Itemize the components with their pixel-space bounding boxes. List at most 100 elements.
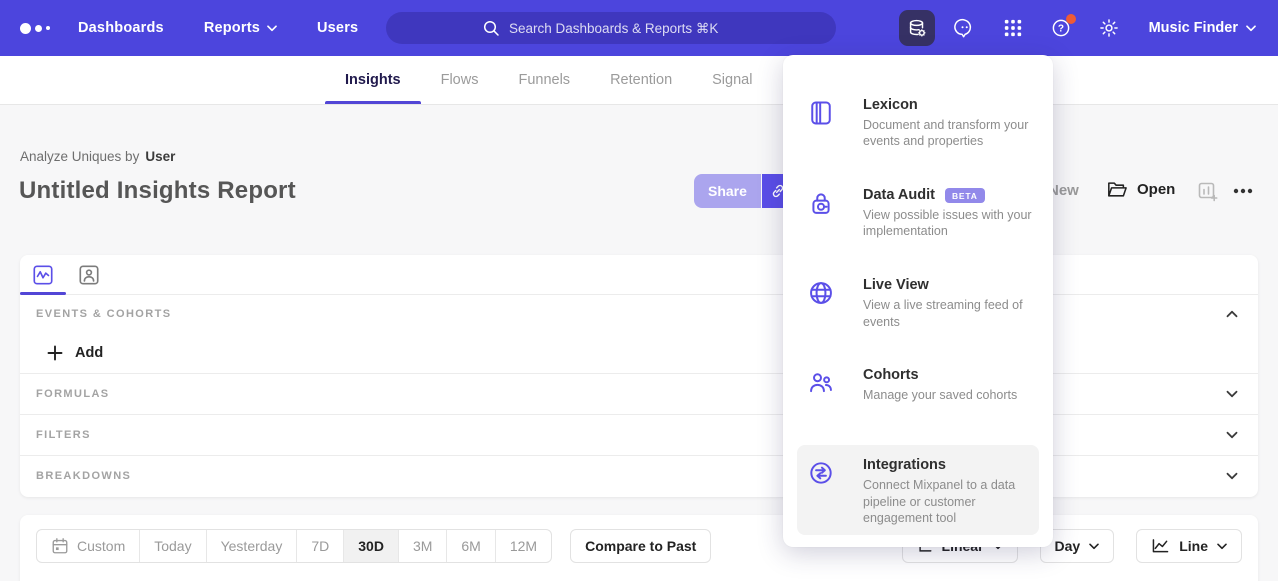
open-report-button[interactable]: Open	[1106, 179, 1175, 199]
menu-item-title: Lexicon	[863, 97, 918, 113]
settings-gear-icon[interactable]	[1091, 10, 1127, 46]
chart-pulse-tab-icon[interactable]	[20, 255, 66, 294]
nav-link-users[interactable]: Users	[317, 20, 358, 36]
menu-item-description: View a live streaming feed of events	[863, 297, 1041, 330]
range-label: Today	[154, 538, 191, 554]
chevron-down-icon	[1226, 390, 1238, 398]
chart-type-dropdown[interactable]: Line	[1136, 529, 1242, 563]
range-label: Custom	[77, 538, 125, 554]
section-filters[interactable]: FILTERS	[20, 414, 1258, 455]
range-label: Yesterday	[221, 538, 283, 554]
menu-item-title: Integrations	[863, 457, 946, 473]
svg-text:?: ?	[1057, 24, 1063, 35]
share-split-button: Share	[694, 174, 794, 208]
sync-icon	[807, 459, 837, 487]
search-input[interactable]	[509, 21, 739, 36]
range-7d[interactable]: 7D	[296, 530, 343, 562]
page-title[interactable]: Untitled Insights Report	[19, 177, 296, 205]
tab-funnels[interactable]: Funnels	[498, 56, 590, 104]
section-label: EVENTS & COHORTS	[36, 308, 171, 320]
query-builder-card: EVENTS & COHORTS Add FORMULAS FILTERS BR…	[20, 255, 1258, 497]
menu-item-cohorts[interactable]: Cohorts Manage your saved cohorts	[797, 355, 1039, 429]
add-event-button[interactable]: Add	[20, 333, 1258, 373]
range-12m[interactable]: 12M	[495, 530, 551, 562]
compare-label: Compare to Past	[585, 538, 696, 554]
chart-controls-card: Custom Today Yesterday 7D 30D 3M 6M 12M …	[20, 515, 1258, 581]
section-label: FORMULAS	[36, 388, 110, 400]
chevron-up-icon	[1226, 310, 1238, 318]
feedback-chat-icon[interactable]	[947, 10, 983, 46]
tab-label: Funnels	[518, 72, 570, 88]
add-to-board-icon[interactable]	[1196, 180, 1220, 204]
subtitle-prefix: Analyze Uniques by	[20, 149, 139, 164]
report-subtitle: Analyze Uniques by User	[20, 149, 175, 164]
nav-link-label: Dashboards	[78, 20, 164, 36]
primary-nav: Dashboards Reports Users	[78, 20, 358, 36]
interval-label: Day	[1055, 538, 1081, 554]
help-icon[interactable]: ?	[1043, 10, 1079, 46]
tab-signal[interactable]: Signal	[692, 56, 772, 104]
compare-to-past-button[interactable]: Compare to Past	[570, 529, 711, 563]
share-label: Share	[708, 183, 747, 199]
menu-item-lexicon[interactable]: Lexicon Document and transform your even…	[797, 85, 1039, 159]
chevron-down-icon	[1246, 25, 1256, 32]
globe-icon	[807, 279, 837, 307]
menu-item-integrations[interactable]: Integrations Connect Mixpanel to a data …	[797, 445, 1039, 535]
app-window: Dashboards Reports Users	[0, 0, 1278, 581]
range-label: 6M	[461, 538, 480, 554]
chevron-down-icon	[1089, 543, 1099, 550]
tab-retention[interactable]: Retention	[590, 56, 692, 104]
line-chart-icon	[1151, 538, 1170, 554]
range-6m[interactable]: 6M	[446, 530, 494, 562]
plus-icon	[47, 345, 63, 361]
range-yesterday[interactable]: Yesterday	[206, 530, 297, 562]
menu-item-title: Cohorts	[863, 367, 919, 383]
tab-label: Flows	[441, 72, 479, 88]
menu-item-live-view[interactable]: Live View View a live streaming feed of …	[797, 265, 1039, 339]
global-search[interactable]	[386, 12, 836, 44]
section-label: BREAKDOWNS	[36, 470, 131, 482]
range-today[interactable]: Today	[139, 530, 205, 562]
profiles-tab-icon[interactable]	[66, 255, 112, 294]
range-custom[interactable]: Custom	[37, 530, 139, 562]
menu-item-description: View possible issues with your implement…	[863, 207, 1041, 240]
range-30d[interactable]: 30D	[343, 530, 398, 562]
nav-link-label: Reports	[204, 20, 260, 36]
chevron-down-icon	[267, 25, 277, 32]
menu-item-data-audit[interactable]: Data Audit BETA View possible issues wit…	[797, 175, 1039, 249]
chevron-down-icon	[1217, 543, 1227, 550]
section-events-cohorts[interactable]: EVENTS & COHORTS	[20, 295, 1258, 333]
beta-badge: BETA	[945, 188, 985, 203]
book-icon	[807, 99, 837, 127]
menu-item-title: Data Audit	[863, 187, 935, 203]
open-label: Open	[1137, 181, 1175, 198]
project-switcher[interactable]: Music Finder	[1149, 20, 1256, 36]
tab-insights[interactable]: Insights	[325, 56, 421, 104]
subtitle-value[interactable]: User	[145, 149, 175, 164]
mixpanel-logo-icon[interactable]	[20, 23, 64, 34]
builder-icon-tabs	[20, 255, 1258, 295]
tab-flows[interactable]: Flows	[421, 56, 499, 104]
range-label: 30D	[358, 538, 384, 554]
nav-link-dashboards[interactable]: Dashboards	[78, 20, 164, 36]
section-label: FILTERS	[36, 429, 91, 441]
chart-type-label: Line	[1179, 538, 1208, 554]
section-formulas[interactable]: FORMULAS	[20, 373, 1258, 414]
chevron-down-icon	[1226, 472, 1238, 480]
data-management-icon[interactable]	[899, 10, 935, 46]
data-management-menu: Lexicon Document and transform your even…	[783, 55, 1053, 547]
more-options-icon[interactable]	[1231, 184, 1255, 198]
date-range-segmented: Custom Today Yesterday 7D 30D 3M 6M 12M	[36, 529, 552, 563]
nav-link-reports[interactable]: Reports	[204, 20, 277, 36]
nav-right-cluster: ? Music Finder	[899, 0, 1256, 56]
section-breakdowns[interactable]: BREAKDOWNS	[20, 455, 1258, 496]
add-label: Add	[75, 345, 103, 361]
search-icon	[483, 20, 500, 37]
tab-label: Insights	[345, 72, 401, 88]
menu-item-description: Document and transform your events and p…	[863, 117, 1041, 150]
range-3m[interactable]: 3M	[398, 530, 446, 562]
menu-item-title: Live View	[863, 277, 929, 293]
tab-label: Signal	[712, 72, 752, 88]
apps-grid-icon[interactable]	[995, 10, 1031, 46]
share-button[interactable]: Share	[694, 174, 761, 208]
